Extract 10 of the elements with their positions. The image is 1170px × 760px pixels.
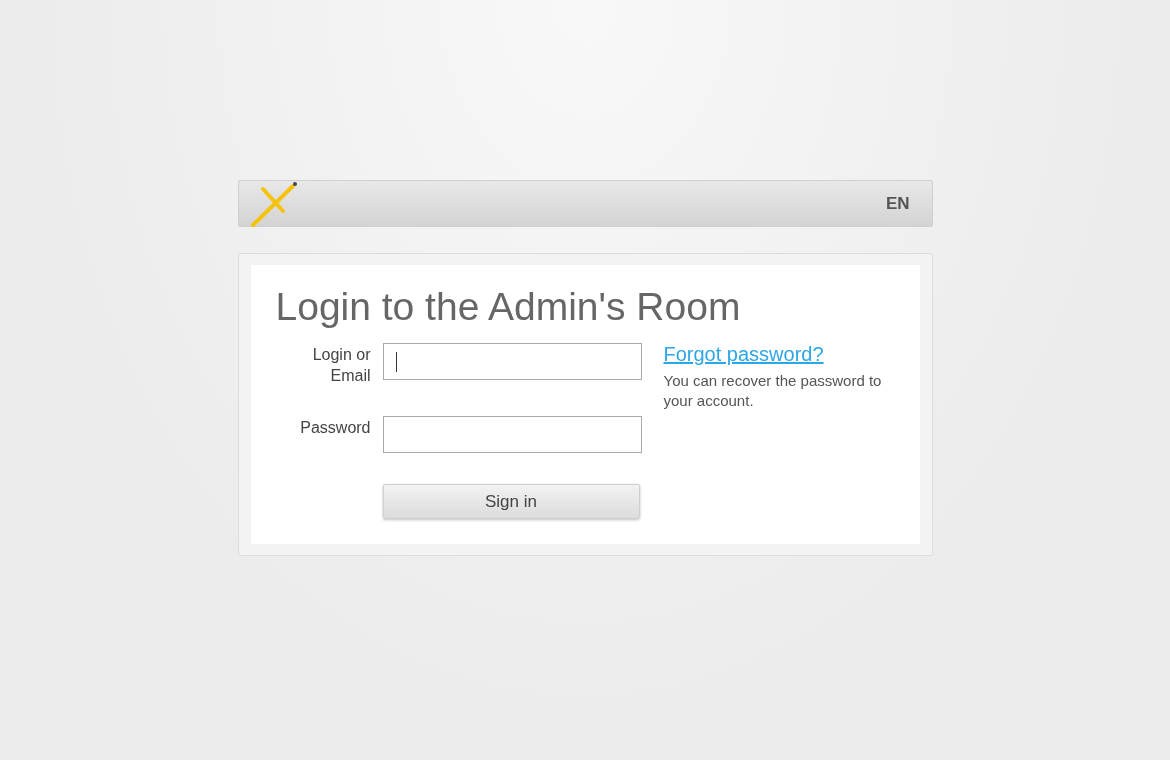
forgot-password-link[interactable]: Forgot password? [663, 343, 896, 366]
page-title: Login to the Admin's Room [275, 285, 742, 329]
field-label: Login or Email [311, 345, 371, 386]
input-field[interactable] [382, 343, 642, 380]
help-text: You can recover the password to your account. [663, 371, 883, 411]
pencil-cross-logo [248, 180, 299, 227]
input-field[interactable] [382, 416, 642, 453]
field-label: Password [299, 418, 371, 438]
language-selector[interactable]: EN [885, 193, 910, 214]
sign-in-button[interactable]: Sign in [382, 484, 640, 519]
